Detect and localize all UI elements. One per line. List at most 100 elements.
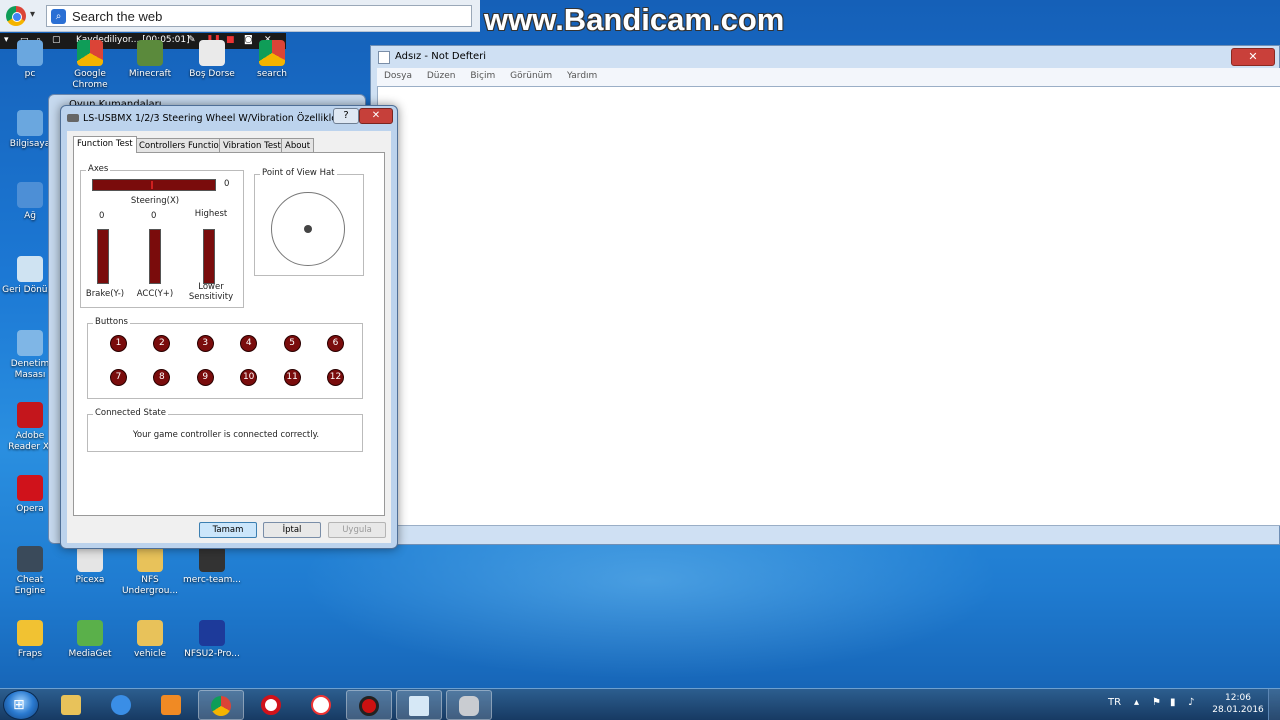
desktop-icon-mediaget[interactable]: MediaGet [60,620,120,660]
search-input[interactable]: ⌕ Search the web [46,5,472,27]
connected-legend: Connected State [93,408,168,418]
opera-icon [261,695,281,715]
chrome-icon [211,696,231,716]
taskbar-game-controllers[interactable] [446,690,492,720]
folder-icon [137,620,163,646]
browser-toolbar: ▾ ⌕ Search the web [0,0,480,32]
desktop-icon-pc[interactable]: pc [0,40,60,80]
desktop-icon-label: Minecraft [128,69,172,79]
gamepad-button-5: 5 [283,335,301,352]
cancel-button[interactable]: İptal [263,522,321,538]
notepad-text-area[interactable] [377,86,1280,526]
taskbar-bandicam[interactable] [346,690,392,720]
desktop-icon-boş-dorse[interactable]: Boş Dorse [182,40,242,80]
volume-icon[interactable]: ♪ [1188,697,1194,708]
truck-icon [199,40,225,66]
language-indicator[interactable]: TR [1108,697,1121,708]
gamepad-button-1: 1 [110,335,127,352]
dialog-title: LS-USBMX 1/2/3 Steering Wheel W/Vibratio… [83,113,344,124]
computer-icon [17,110,43,136]
recycle-bin-icon [17,256,43,282]
taskbar-ie[interactable] [98,690,144,720]
desktop-icon-label: Google Chrome [72,69,108,90]
desktop-icon-google-chrome[interactable]: Google Chrome [60,40,120,91]
pov-indicator-dot [304,225,312,233]
network-signal-icon[interactable]: ▮ [1170,697,1176,708]
notepad-window[interactable]: Adsız - Not Defteri ✕ Dosya Düzen Biçim … [370,45,1280,545]
gamepad-icon [67,114,79,122]
desktop-icon-label: Opera [16,504,44,514]
notepad-menubar: Dosya Düzen Biçim Görünüm Yardım [377,68,1280,86]
steering-bar [92,179,216,191]
tab-about[interactable]: About [281,138,315,153]
gamepad-button-4: 4 [240,335,258,352]
taskbar-media[interactable] [148,690,194,720]
dialog-close-button[interactable]: ✕ [359,108,393,124]
notepad-close-button[interactable]: ✕ [1231,48,1275,66]
chrome-icon [259,40,285,66]
opera-icon [17,475,43,501]
action-center-flag-icon[interactable]: ⚑ [1152,697,1161,708]
desktop-icon-label: vehicle [133,649,167,659]
system-clock[interactable]: 12:06 28.01.2016 [1212,692,1264,716]
taskbar-chrome[interactable] [198,690,244,720]
show-desktop-button[interactable] [1268,689,1280,720]
taskbar-explorer[interactable] [48,690,94,720]
tab-vibration-test[interactable]: Vibration Test [219,138,285,153]
taskbar-notepad[interactable] [396,690,442,720]
pov-hat-display [271,192,345,266]
wheel-properties-dialog[interactable]: LS-USBMX 1/2/3 Steering Wheel W/Vibratio… [60,105,398,549]
gamepad-button-7: 7 [110,369,127,386]
chrome-icon[interactable] [6,6,26,26]
desktop-icon-label: Ağ [24,211,36,221]
desktop-icon-search[interactable]: search [242,40,302,80]
desktop-icon-merc-team[interactable]: merc-team... [182,546,242,586]
folder-icon [137,546,163,572]
chrome-icon [77,40,103,66]
nfs-icon [199,620,225,646]
network-icon [17,182,43,208]
gamepad-button-12: 12 [327,369,344,386]
gamepad-button-8: 8 [153,369,171,386]
windows-logo-icon: ⊞ [13,697,25,713]
desktop-icon-minecraft[interactable]: Minecraft [120,40,180,80]
desktop-icon-nfs-undergrou[interactable]: NFS Undergrou... [120,546,180,597]
shortcut-icon [77,546,103,572]
tab-function-test[interactable]: Function Test [73,136,137,153]
desktop-icon-label: NFS Undergrou... [121,575,179,596]
taskbar-yandex[interactable] [298,690,344,720]
notepad-title: Adsız - Not Defteri [395,51,487,62]
acc-bar [149,229,161,284]
desktop-icon-fraps[interactable]: Fraps [0,620,60,660]
desktop-icon-picexa[interactable]: Picexa [60,546,120,586]
clock-date: 28.01.2016 [1212,705,1264,715]
help-button[interactable]: ? [333,108,359,124]
desktop-icon-label: pc [24,69,36,79]
desktop-icon-label: Cheat Engine [14,575,46,596]
desktop-icon-label: Bilgisaya [9,139,51,149]
buttons-group: Buttons 1 2 3 4 5 6 7 8 9 10 11 12 [87,317,363,399]
menu-dosya[interactable]: Dosya [384,71,412,81]
desktop-icon-label: Fraps [17,649,43,659]
apply-button[interactable]: Uygula [328,522,386,538]
ok-button[interactable]: Tamam [199,522,257,538]
desktop-icon-label: MediaGet [68,649,112,659]
desktop-icon-cheat-engine[interactable]: Cheat Engine [0,546,60,597]
menu-yardim[interactable]: Yardım [567,71,597,81]
tab-controllers-function[interactable]: Controllers Function [135,138,229,153]
buttons-legend: Buttons [93,317,130,327]
menu-gorunum[interactable]: Görünüm [510,71,552,81]
desktop-icon-label: Picexa [75,575,105,585]
start-button[interactable]: ⊞ [3,690,39,720]
gamepad-button-11: 11 [283,369,301,386]
desktop-icon-nfsu2-pro[interactable]: NFSU2-Pro... [182,620,242,660]
taskbar-opera[interactable] [248,690,294,720]
menu-duzen[interactable]: Düzen [427,71,456,81]
tray-arrow-icon[interactable]: ▴ [1134,697,1139,708]
axes-group: Axes 0 Steering(X) 0 0 Highest Brake(Y-)… [80,164,244,308]
desktop-icon-label: Adobe Reader XI [8,431,52,452]
dropdown-caret-icon[interactable]: ▾ [30,9,35,20]
desktop-icon-label: search [257,69,287,79]
desktop-icon-vehicle[interactable]: vehicle [120,620,180,660]
menu-bicim[interactable]: Biçim [470,71,495,81]
